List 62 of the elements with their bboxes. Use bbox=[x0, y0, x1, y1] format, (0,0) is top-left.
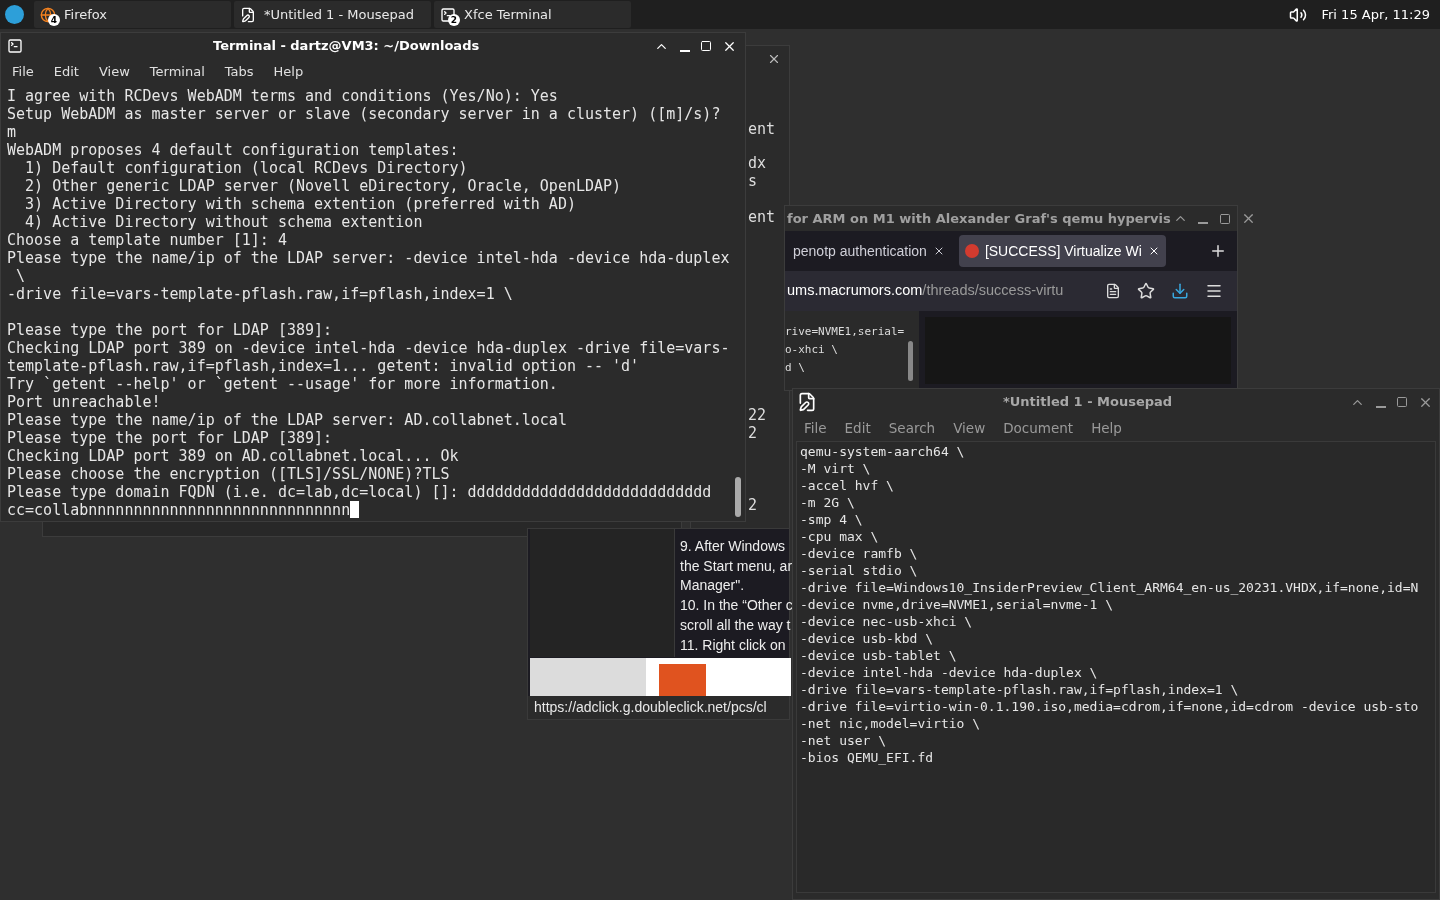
clock[interactable]: Fri 15 Apr, 11:29 bbox=[1321, 4, 1430, 25]
window-title: *Untitled 1 - Mousepad bbox=[1003, 393, 1173, 412]
taskbar-button[interactable]: 4 Firefox bbox=[34, 1, 231, 28]
article-text: 9. After Windows bbox=[680, 537, 786, 556]
text-fragment: 2 bbox=[748, 496, 758, 514]
article-text: 11. Right click on bbox=[680, 635, 786, 655]
article-text: 10. In the “Other c bbox=[680, 596, 793, 616]
minimize-icon bbox=[679, 49, 690, 52]
close-icon[interactable] bbox=[767, 52, 781, 66]
ad-banner[interactable] bbox=[530, 658, 791, 696]
text-editor[interactable]: qemu-system-aarch64 \ -M virt \ -accel hvf \ -m 2G \ -smp 4 \ -cpu max \ -device ramfb \ -serial stdio \ -drive file=Windows10_InsiderPreview_Client_ARM64_en-us_20231.VHDX,if=none,id=N -device nvme,drive=NVME1,serial=nvme-1 \ -device nec-usb-xhci \ -device usb-kbd \ -device usb-tablet \ -device intel-hda -device hda-duplex \ -drive file=vars-template-pflash.raw,if=pflash,index=1 \ -drive file=virtio-win-0.1.190.iso,media=cdrom,if=none,id=cdrom -device usb-sto -net nic,model=virtio \ -net user \ -bios QEMU_EFI.fd bbox=[796, 441, 1436, 893]
menu-item[interactable]: Edit bbox=[835, 417, 880, 439]
browser-tab[interactable]: penotp authentication bbox=[787, 235, 951, 267]
terminal-output: I agree with RCDevs WebADM terms and conditions (Yes/No): Yes Setup WebADM as master server or slave (secondary server in a cluster) ([m]/s)? m WebADM proposes 4 default configuration templates: 1) Default configuration (local RCDevs Directory) 2) Other generic LDAP server (Novell eDirectory, Oracle, OpenLDAP) 3) Active Directory with schema extention (preferred with AD) 4) Active Directory without schema extention Choose a template number [1]: 4 Please type the name/ip of the LDAP server: -device intel-hda -device hda-duplex \ -drive file=vars-template-pflash.raw,if=pflash,index=1 \ Please type the port for LDAP [389]: Checking LDAP port 389 on -device intel-hda -device hda-duplex -drive file=vars- template-pflash.raw,if=pflash,index=1... getent: invalid option -- 'd' Try `getent --help' or `getent --usage' for more information. Port unreachable! Please type the name/ip of the LDAP server: AD.collabnet.local Please type the port for LDAP [389]: Checking LDAP port 389 on AD.collabnet.local... Ok Please choose the encryption ([TLS]/SSL/NONE)?TLS Please type domain FQDN (i.e. dc=lab,dc=local) []: ddddddddddddddddddddddddddd cc=collabnnnnnnnnnnnnnnnnnnnnnnnnnnnnn bbox=[1, 85, 745, 521]
code-text: rive=NVME1,serial= o-xhci \ d \ bbox=[785, 324, 905, 376]
menu-item[interactable]: File bbox=[795, 417, 836, 439]
menu-item[interactable]: View bbox=[944, 417, 995, 439]
menu-icon[interactable] bbox=[1205, 282, 1223, 300]
window-count-badge: 4 bbox=[48, 13, 60, 26]
minimize-icon bbox=[1198, 222, 1209, 224]
volume-icon[interactable] bbox=[1289, 5, 1308, 24]
star-icon[interactable] bbox=[1137, 282, 1155, 300]
article-text: Manager". bbox=[680, 576, 745, 596]
window-title: Terminal - dartz@VM3: ~/Downloads bbox=[213, 37, 480, 56]
menu-item[interactable]: File bbox=[3, 62, 43, 82]
article-text: the Start menu, ar bbox=[680, 556, 793, 576]
download-icon[interactable] bbox=[1171, 282, 1189, 300]
menu-item[interactable]: View bbox=[89, 62, 139, 82]
terminal-icon bbox=[7, 38, 23, 54]
text-cursor bbox=[350, 501, 360, 518]
taskbar-button[interactable]: *Untitled 1 - Mousepad bbox=[234, 1, 431, 28]
new-tab-icon[interactable] bbox=[1209, 242, 1227, 260]
maximize-icon bbox=[700, 40, 712, 52]
maximize-button[interactable] bbox=[698, 38, 714, 54]
globe-icon bbox=[40, 6, 56, 23]
browser-tab[interactable]: [SUCCESS] Virtualize Wi bbox=[958, 235, 1166, 267]
scrollbar-thumb[interactable] bbox=[908, 341, 913, 381]
text-fragment: ent bbox=[748, 120, 776, 138]
menu-item[interactable]: Document bbox=[994, 417, 1083, 439]
menu-item[interactable]: Help bbox=[264, 62, 313, 82]
text-fragment: s bbox=[748, 172, 758, 190]
scrollbar-thumb[interactable] bbox=[735, 477, 741, 517]
maximize-icon bbox=[1396, 396, 1408, 408]
notepad-icon bbox=[240, 6, 256, 23]
article-text: scroll all the way t bbox=[680, 615, 791, 635]
text-fragment: 22 bbox=[748, 406, 767, 424]
text-fragment: ent bbox=[748, 208, 776, 226]
reader-view-icon[interactable] bbox=[1105, 283, 1121, 299]
menu-item[interactable]: Terminal bbox=[140, 62, 214, 82]
menu-item[interactable]: Edit bbox=[44, 62, 88, 82]
taskbar-button[interactable]: 2 Xfce Terminal bbox=[434, 1, 631, 28]
text-fragment: dx bbox=[748, 154, 767, 172]
menu-item[interactable]: Tabs bbox=[215, 62, 263, 82]
text-fragment: 2 bbox=[748, 424, 758, 442]
window-title: for ARM on M1 with Alexander Graf's qemu hypervis bbox=[787, 209, 1171, 228]
status-url: https://adclick.g.doubleclick.net/pcs/cl bbox=[528, 696, 789, 719]
menu-item[interactable]: Help bbox=[1082, 417, 1131, 439]
window-count-badge: 2 bbox=[448, 13, 460, 26]
maximize-icon bbox=[1218, 212, 1231, 225]
menu-item[interactable]: Search bbox=[879, 417, 945, 439]
minimize-icon bbox=[1375, 405, 1386, 408]
notepad-icon bbox=[797, 392, 817, 412]
